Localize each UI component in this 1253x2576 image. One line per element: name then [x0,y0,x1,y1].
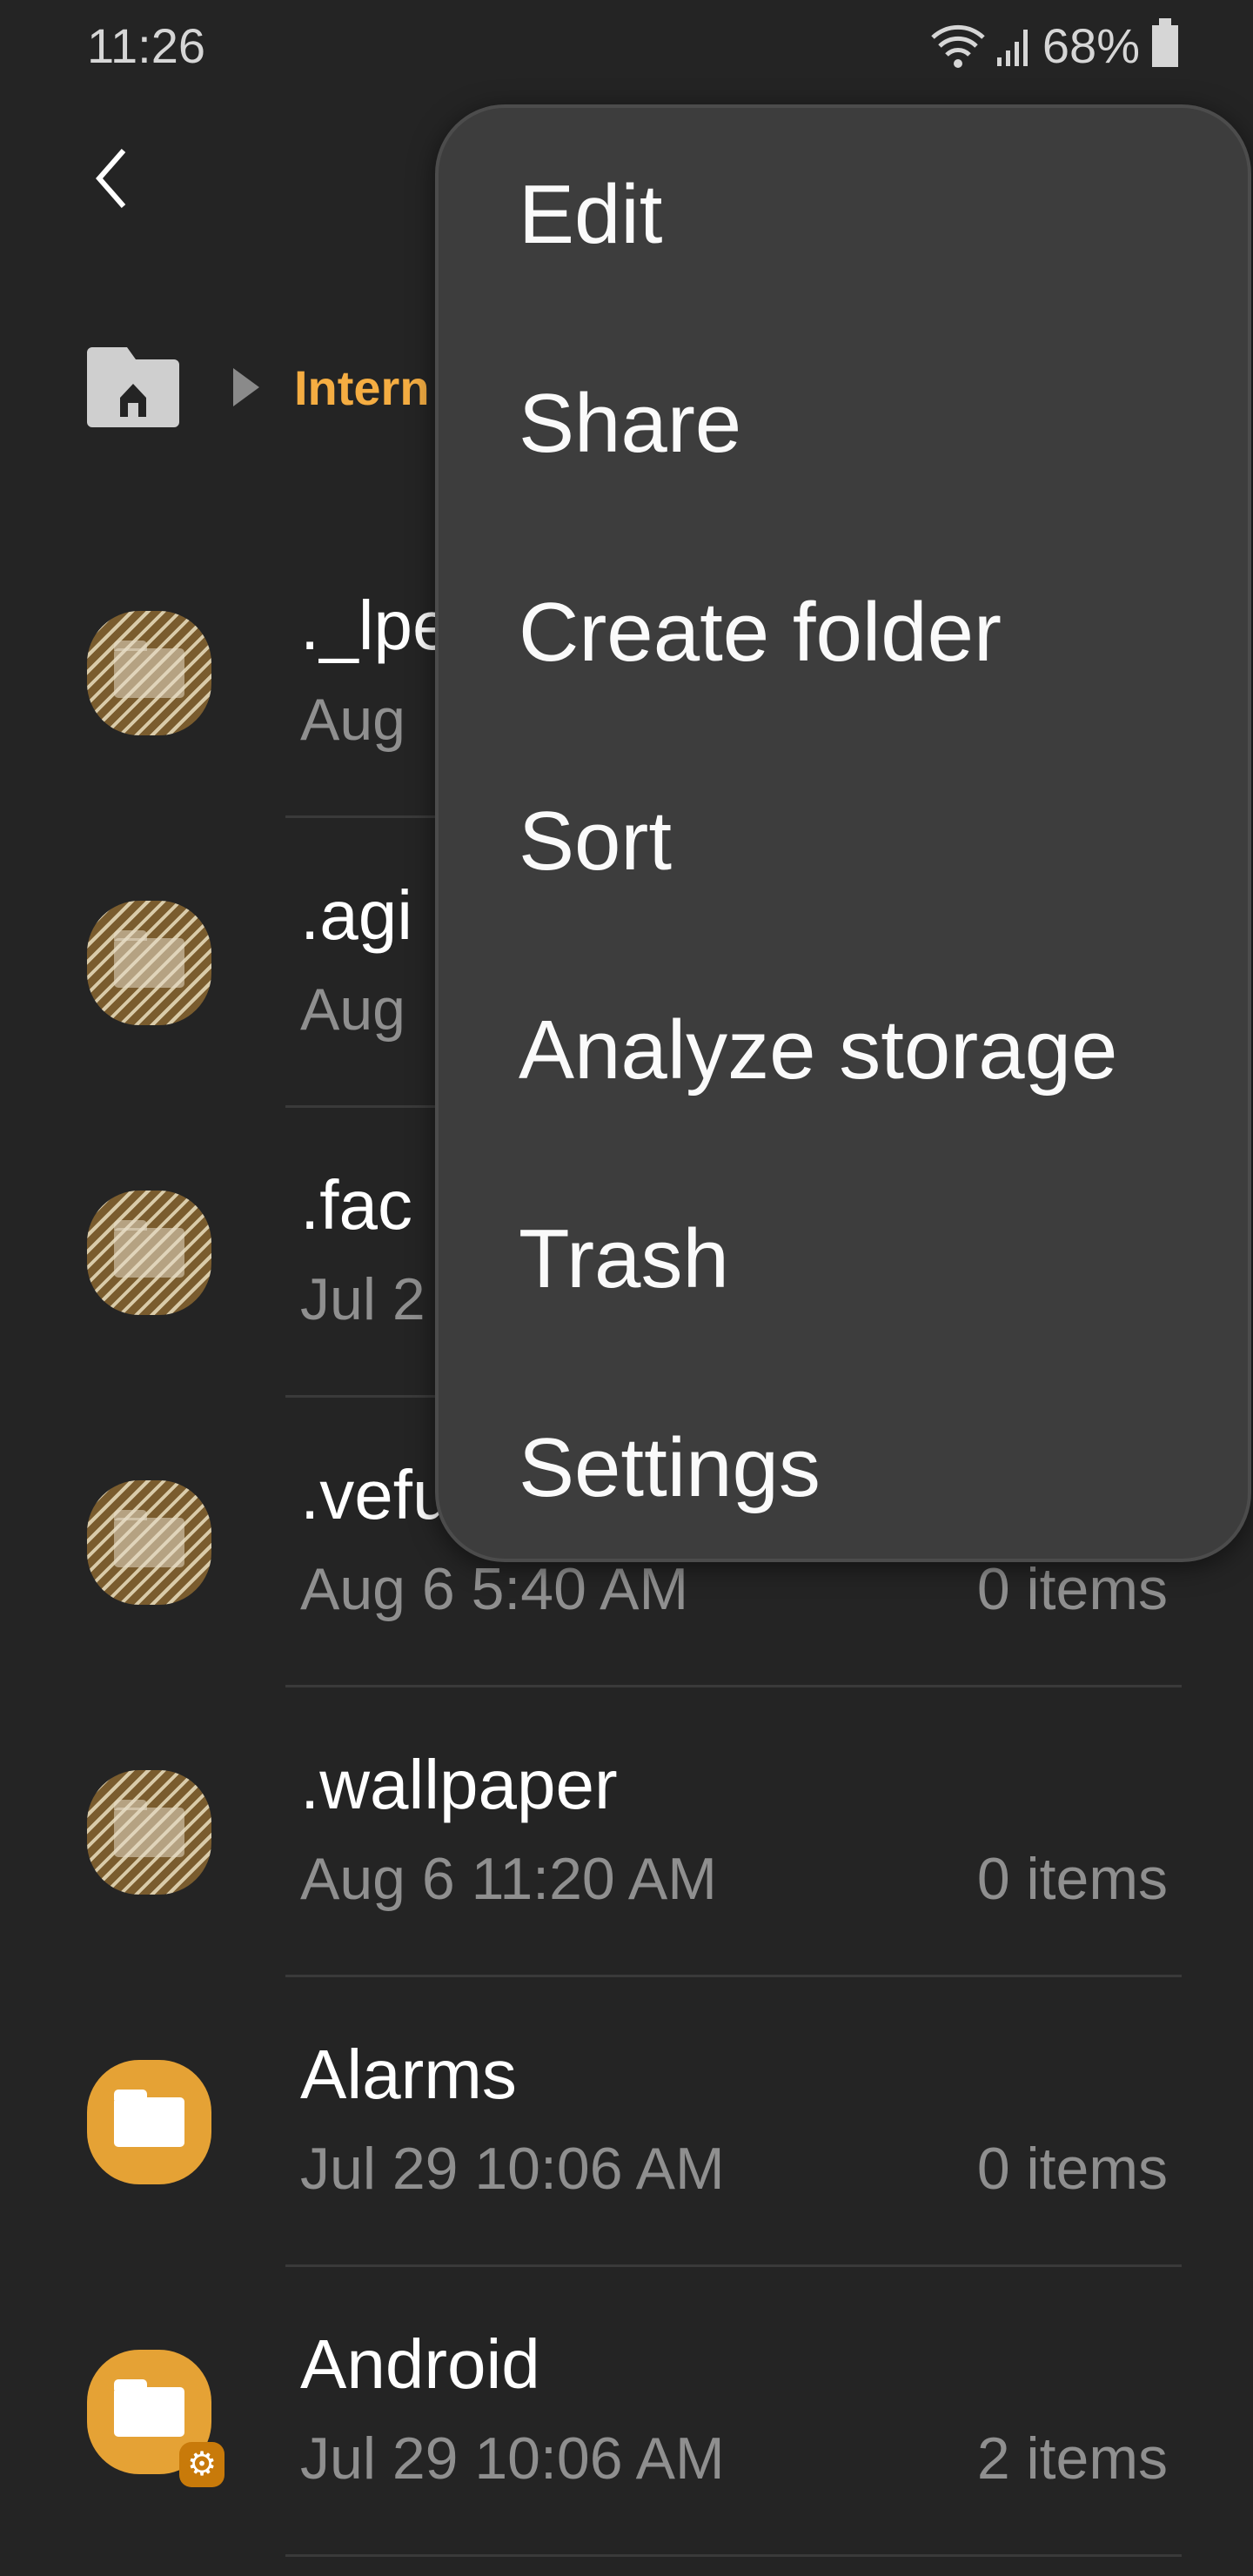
file-name: .fac [300,1166,412,1244]
signal-icon [996,29,1028,66]
file-count: 0 items [976,1846,1168,1912]
menu-item-analyze-storage[interactable]: Analyze storage [519,946,1250,1155]
status-time: 11:26 [87,18,205,73]
overflow-menu: Edit Share Create folder Sort Analyze storag… [435,104,1251,1562]
file-name: Android [300,2325,540,2403]
folder-icon: ⚙ [87,2350,224,2487]
folder-icon [87,1191,211,1315]
breadcrumb: Intern [87,344,430,431]
wifi-icon [931,24,985,68]
folder-icon [87,1770,211,1895]
menu-item-edit[interactable]: Edit [519,111,1250,319]
file-name: ._lpe [300,587,452,664]
file-date: Jul 29 10:06 AM [300,2425,725,2492]
menu-item-sort[interactable]: Sort [519,737,1250,946]
file-name: .agi [300,876,412,954]
status-bar: 11:26 68% [0,0,1253,87]
battery-icon [1152,17,1178,67]
menu-item-create-folder[interactable]: Create folder [519,528,1250,737]
file-row[interactable]: Alarms Jul 29 10:06 AM 0 items [0,1977,1253,2267]
file-row[interactable]: ⚙ Android Jul 29 10:06 AM 2 items [0,2267,1253,2557]
file-date: Jul 2 [300,1266,425,1332]
menu-item-share[interactable]: Share [519,319,1250,528]
breadcrumb-arrow-icon [233,368,259,406]
file-name: .vefu [300,1456,452,1533]
file-row[interactable]: .wallpaper Aug 6 11:20 AM 0 items [0,1687,1253,1977]
folder-icon [87,1480,211,1605]
folder-icon [87,611,211,735]
back-chevron-icon[interactable] [87,144,148,213]
file-name: Alarms [300,2036,517,2113]
file-date: Aug [300,687,405,753]
file-date: Aug [300,976,405,1043]
file-name: .wallpaper [300,1746,618,1823]
menu-item-trash[interactable]: Trash [519,1155,1250,1364]
file-date: Jul 29 10:06 AM [300,2136,725,2202]
home-folder-icon[interactable] [87,347,179,427]
file-count: 2 items [976,2425,1168,2492]
file-date: Aug 6 11:20 AM [300,1846,717,1912]
battery-percent: 68% [1042,18,1140,73]
breadcrumb-current[interactable]: Intern [294,359,430,416]
gear-icon: ⚙ [179,2442,224,2487]
divider [285,2554,1182,2557]
folder-icon [87,2060,211,2184]
file-count: 0 items [976,2136,1168,2202]
folder-icon [87,901,211,1025]
menu-item-settings[interactable]: Settings [519,1364,1250,1573]
